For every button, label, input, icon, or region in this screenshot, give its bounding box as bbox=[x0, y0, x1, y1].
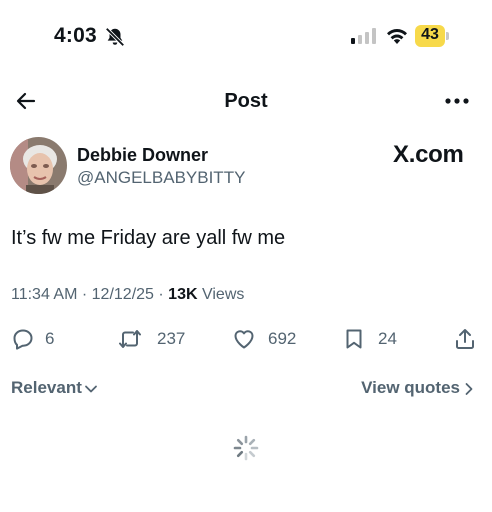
bookmark-count: 24 bbox=[378, 329, 397, 348]
loading-spinner-icon bbox=[233, 435, 259, 461]
meta-separator: · bbox=[81, 286, 92, 303]
bookmark-icon[interactable] bbox=[342, 327, 366, 351]
signal-icon bbox=[351, 28, 376, 44]
avatar[interactable] bbox=[10, 137, 67, 194]
more-horizontal-icon[interactable] bbox=[444, 96, 470, 106]
chevron-right-icon bbox=[465, 382, 473, 395]
brand-label: X.com bbox=[393, 141, 464, 168]
view-quotes-label: View quotes bbox=[361, 378, 460, 397]
meta-separator: · bbox=[158, 286, 169, 303]
share-icon[interactable] bbox=[453, 327, 477, 351]
repost-count: 237 bbox=[157, 329, 186, 348]
post-time: 11:34 AM bbox=[11, 286, 78, 303]
wifi-icon bbox=[387, 28, 407, 44]
author-name[interactable]: Debbie Downer bbox=[77, 145, 208, 166]
battery-level: 43 bbox=[421, 26, 439, 43]
like-count: 692 bbox=[268, 329, 297, 348]
status-time: 4:03 bbox=[54, 24, 97, 47]
battery-icon: 43 bbox=[415, 25, 451, 47]
reply-count: 6 bbox=[45, 329, 55, 348]
author-handle[interactable]: @ANGELBABYBITTY bbox=[77, 168, 245, 188]
sort-label: Relevant bbox=[11, 378, 82, 397]
views-count: 13K bbox=[168, 286, 198, 303]
view-quotes-link[interactable]: View quotes bbox=[361, 378, 476, 398]
bell-slash-icon bbox=[105, 27, 125, 47]
post-meta: 11:34 AM · 12/12/25 · 13K Views bbox=[11, 286, 244, 304]
page-title: Post bbox=[224, 90, 268, 112]
sort-dropdown[interactable]: Relevant bbox=[11, 378, 98, 398]
post-date: 12/12/25 bbox=[91, 286, 154, 303]
reply-icon[interactable] bbox=[11, 327, 35, 351]
chevron-down-icon bbox=[84, 385, 97, 392]
views-label: Views bbox=[201, 286, 245, 303]
heart-icon[interactable] bbox=[232, 327, 256, 351]
post-text: It’s fw me Friday are yall fw me bbox=[11, 227, 286, 249]
repost-icon[interactable] bbox=[118, 327, 142, 351]
